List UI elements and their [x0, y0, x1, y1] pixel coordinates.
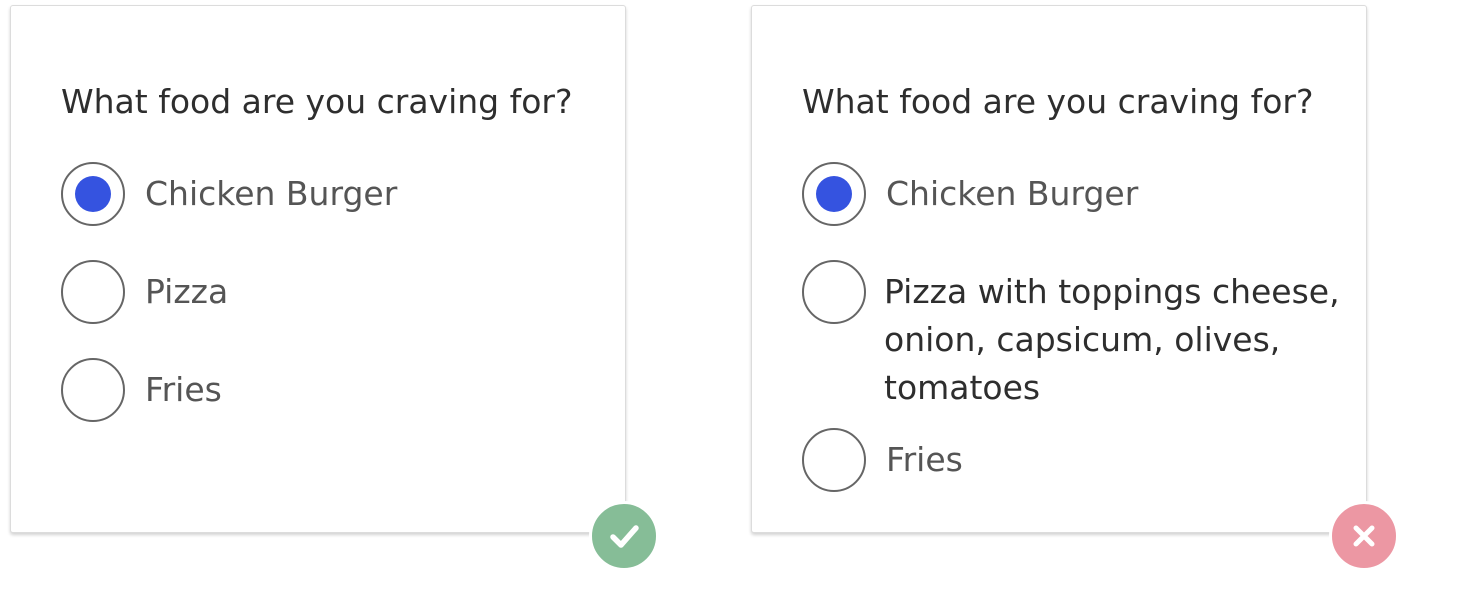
option-label-multiline: Pizza with toppings cheese, onion, capsi… — [884, 272, 1340, 407]
option-fries[interactable]: Fries — [802, 428, 963, 492]
radio-dot — [75, 176, 111, 212]
option-pizza-long[interactable]: Pizza with toppings cheese, onion, capsi… — [802, 260, 1354, 412]
incorrect-badge — [1329, 501, 1399, 571]
radio-button-selected[interactable] — [802, 162, 866, 226]
option-label: Chicken Burger — [886, 174, 1139, 213]
radio-dot — [816, 176, 852, 212]
option-pizza[interactable]: Pizza — [61, 260, 228, 324]
option-label: Fries — [886, 440, 963, 479]
option-chicken-burger[interactable]: Chicken Burger — [61, 162, 397, 226]
option-label: Fries — [145, 370, 222, 409]
comparison-stage: What food are you craving for? Chicken B… — [0, 0, 1462, 610]
option-label: Chicken Burger — [145, 174, 398, 213]
option-label: Pizza — [145, 272, 229, 311]
option-fries[interactable]: Fries — [61, 358, 222, 422]
radio-button[interactable] — [61, 358, 125, 422]
option-chicken-burger[interactable]: Chicken Burger — [802, 162, 1138, 226]
question-text: What food are you craving for? — [802, 82, 1314, 121]
close-x-icon — [1353, 525, 1375, 547]
radio-button[interactable] — [61, 260, 125, 324]
radio-button[interactable] — [802, 428, 866, 492]
radio-button[interactable] — [802, 260, 866, 324]
radio-button-selected[interactable] — [61, 162, 125, 226]
checkmark-icon — [610, 525, 639, 548]
question-text: What food are you craving for? — [61, 82, 573, 121]
correct-badge — [589, 501, 659, 571]
radio-card-bad-example: What food are you craving for? Chicken B… — [751, 5, 1367, 533]
radio-card-good-example: What food are you craving for? Chicken B… — [10, 5, 626, 533]
